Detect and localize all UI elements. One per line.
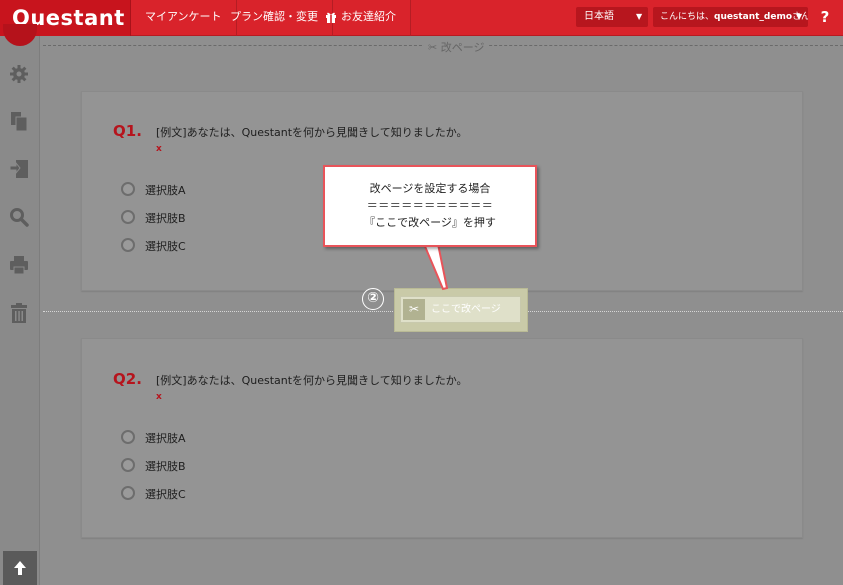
callout-line-1: 改ページを設定する場合 xyxy=(369,182,491,195)
callout-line-3: 『ここで改ページ』を押す xyxy=(364,216,496,229)
instruction-callout: 改ページを設定する場合 ＝＝＝＝＝＝＝＝＝＝＝ 『ここで改ページ』を押す xyxy=(323,165,537,247)
callout-line-2: ＝＝＝＝＝＝＝＝＝＝＝ xyxy=(366,199,494,212)
callout-pointer xyxy=(422,241,449,291)
